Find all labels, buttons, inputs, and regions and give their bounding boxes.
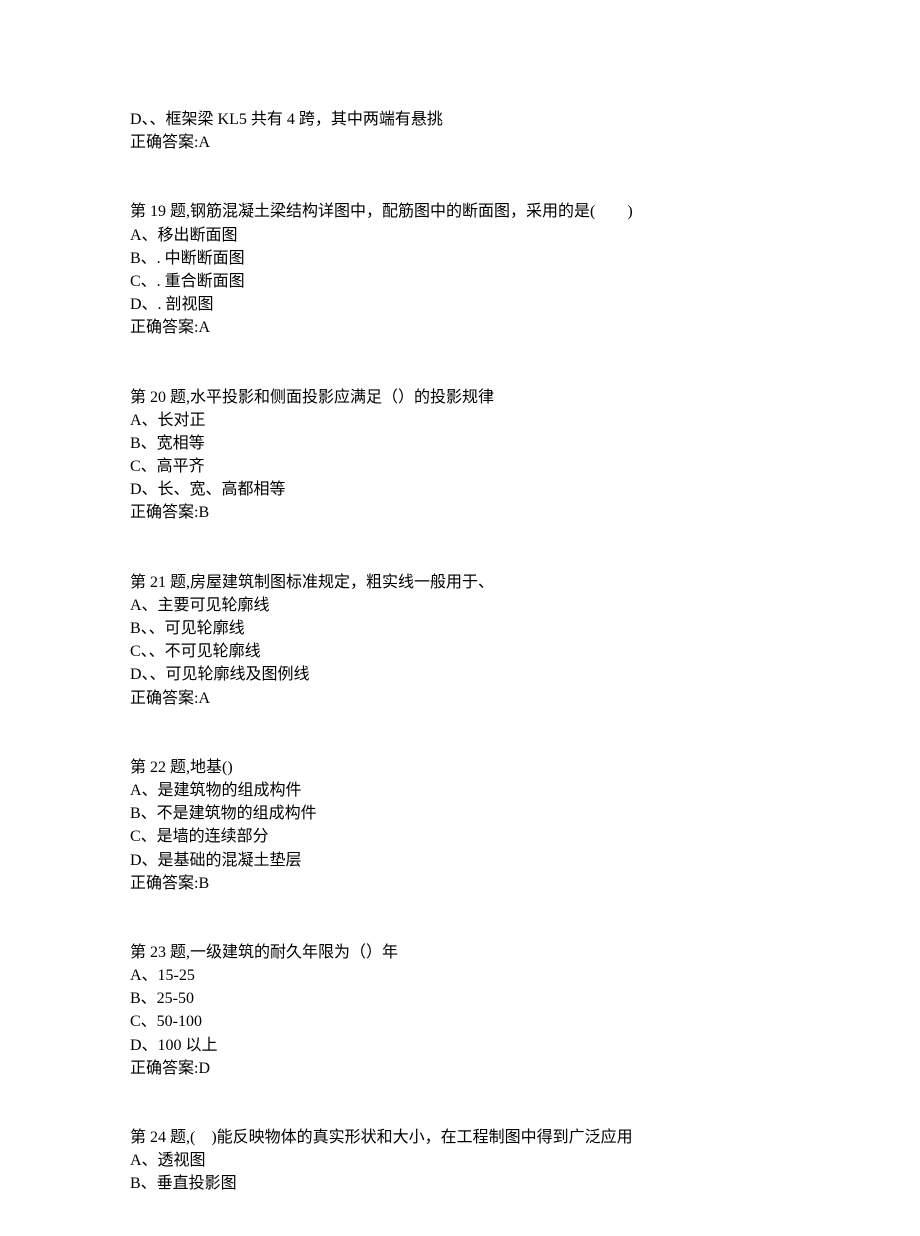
question-prompt: 第 21 题,房屋建筑制图标准规定，粗实线一般用于、 [130,571,790,594]
option-b: B、、可见轮廓线 [130,617,790,640]
option-d: D、、可见轮廓线及图例线 [130,663,790,686]
question-22: 第 22 题,地基() A、是建筑物的组成构件 B、不是建筑物的组成构件 C、是… [130,756,790,895]
option-d: D、是基础的混凝土垫层 [130,849,790,872]
question-prompt: 第 23 题,一级建筑的耐久年限为（）年 [130,941,790,964]
option-a: A、是建筑物的组成构件 [130,779,790,802]
option-d: D、. 剖视图 [130,293,790,316]
question-19: 第 19 题,钢筋混凝土梁结构详图中，配筋图中的断面图，采用的是( ) A、移出… [130,200,790,339]
option-b: B、垂直投影图 [130,1172,790,1195]
question-23: 第 23 题,一级建筑的耐久年限为（）年 A、15-25 B、25-50 C、5… [130,941,790,1080]
question-21: 第 21 题,房屋建筑制图标准规定，粗实线一般用于、 A、主要可见轮廓线 B、、… [130,571,790,710]
option-d: D、长、宽、高都相等 [130,478,790,501]
option-a: A、主要可见轮廓线 [130,594,790,617]
question-prompt: 第 24 题,( )能反映物体的真实形状和大小，在工程制图中得到广泛应用 [130,1126,790,1149]
option-a: A、长对正 [130,409,790,432]
option-b: B、不是建筑物的组成构件 [130,802,790,825]
option-b: B、25-50 [130,987,790,1010]
question-prompt: 第 20 题,水平投影和侧面投影应满足（）的投影规律 [130,386,790,409]
page-fragment-top: D、、框架梁 KL5 共有 4 跨，其中两端有悬挑 正确答案:A [130,108,790,154]
question-prompt: 第 22 题,地基() [130,756,790,779]
option-c: C、50-100 [130,1010,790,1033]
option-b: B、. 中断断面图 [130,247,790,270]
answer-text: 正确答案:B [130,501,790,524]
fragment-option-d: D、、框架梁 KL5 共有 4 跨，其中两端有悬挑 [130,108,790,131]
option-b: B、宽相等 [130,432,790,455]
answer-text: 正确答案:A [130,316,790,339]
option-c: C、. 重合断面图 [130,270,790,293]
option-c: C、高平齐 [130,455,790,478]
answer-text: 正确答案:B [130,872,790,895]
question-20: 第 20 题,水平投影和侧面投影应满足（）的投影规律 A、长对正 B、宽相等 C… [130,386,790,525]
question-prompt: 第 19 题,钢筋混凝土梁结构详图中，配筋图中的断面图，采用的是( ) [130,200,790,223]
fragment-answer: 正确答案:A [130,131,790,154]
option-a: A、透视图 [130,1149,790,1172]
option-a: A、移出断面图 [130,224,790,247]
answer-text: 正确答案:A [130,687,790,710]
question-24: 第 24 题,( )能反映物体的真实形状和大小，在工程制图中得到广泛应用 A、透… [130,1126,790,1196]
option-a: A、15-25 [130,964,790,987]
option-d: D、100 以上 [130,1034,790,1057]
option-c: C、、不可见轮廓线 [130,640,790,663]
answer-text: 正确答案:D [130,1057,790,1080]
option-c: C、是墙的连续部分 [130,825,790,848]
